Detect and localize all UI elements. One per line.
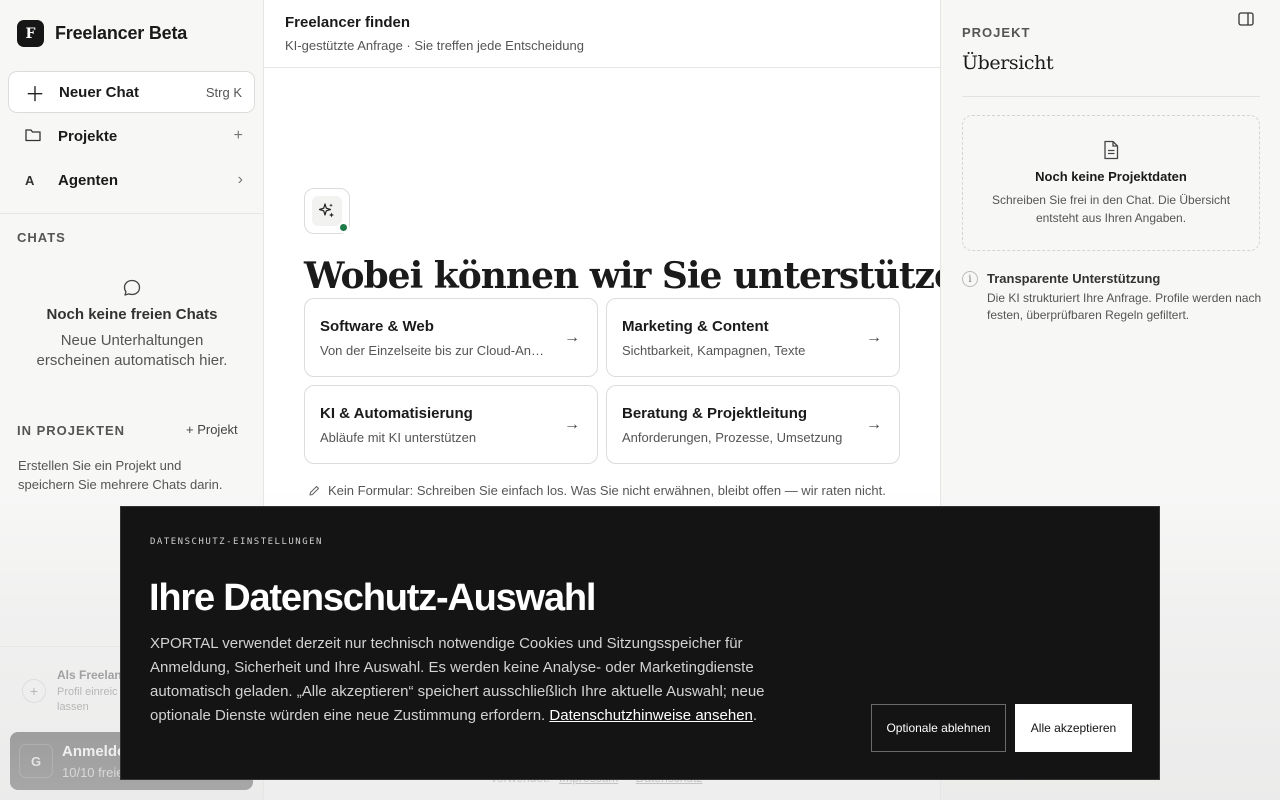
info-title: Transparente Unterstützung <box>987 271 1161 286</box>
document-icon <box>1104 140 1119 160</box>
card-desc: Abläufe mit KI unterstützen <box>320 430 477 445</box>
empty-title: Noch keine Projektdaten <box>1035 169 1187 184</box>
composer-hint-text: Kein Formular: Schreiben Sie einfach los… <box>328 483 886 498</box>
composer-hint: Kein Formular: Schreiben Sie einfach los… <box>308 481 888 506</box>
card-desc: Von der Einzelseite bis zur Cloud-Anwend… <box>320 343 552 358</box>
privacy-notice-link[interactable]: Datenschutzhinweise ansehen <box>549 707 752 724</box>
empty-chats-title: Noch keine freien Chats <box>46 306 218 323</box>
projects-hint: Erstellen Sie ein Projekt und speichern … <box>18 458 223 492</box>
info-icon: i <box>962 271 978 287</box>
card-title: Marketing & Content <box>622 318 769 335</box>
sidebar-item-label: Agenten <box>58 171 118 189</box>
panel-toggle-icon[interactable] <box>1238 12 1254 31</box>
sidebar-divider <box>0 213 264 214</box>
sparkle-icon <box>318 203 334 218</box>
page-title: Freelancer finden <box>285 14 411 31</box>
chevron-right-icon: › <box>237 171 243 188</box>
projects-section-title: IN PROJEKTEN <box>17 423 126 438</box>
plus-icon: ＋ <box>25 83 45 106</box>
main-header: Freelancer finden KI-gestützte Anfrage ·… <box>264 0 940 68</box>
category-card-beratung[interactable]: Beratung & Projektleitung Anforderungen,… <box>606 385 900 464</box>
arrow-right-icon: → <box>564 416 580 433</box>
add-project-icon[interactable]: + <box>234 127 243 145</box>
page-subtitle: KI-gestützte Anfrage · Sie treffen jede … <box>285 38 584 53</box>
panel-title: Übersicht <box>962 52 1054 74</box>
cookie-banner: DATENSCHUTZ-EINSTELLUNGEN Ihre Datenschu… <box>120 506 1160 780</box>
main-headline: Wobei können wir Sie unterstützen? <box>304 255 1002 297</box>
avatar: G <box>19 744 53 778</box>
folder-icon <box>25 128 43 145</box>
category-card-marketing[interactable]: Marketing & Content Sichtbarkeit, Kampag… <box>606 298 900 377</box>
online-status-dot <box>338 222 349 233</box>
cookie-title: Ihre Datenschutz-Auswahl <box>149 577 596 619</box>
freelancer-title: Als Freelan <box>57 668 122 682</box>
new-chat-button[interactable]: ＋ Neuer Chat Strg K <box>8 71 255 113</box>
empty-text: Schreiben Sie frei in den Chat. Die Über… <box>991 193 1231 225</box>
new-chat-shortcut: Strg K <box>205 84 242 100</box>
accept-all-button[interactable]: Alle akzeptieren <box>1015 704 1132 752</box>
login-title: Anmelde <box>62 743 126 760</box>
assistant-avatar <box>304 188 350 234</box>
pencil-icon <box>309 485 320 496</box>
add-project-button[interactable]: + Projekt <box>186 422 238 437</box>
cookie-body: XPORTAL verwendet derzeit nur technisch … <box>150 635 765 724</box>
empty-chats-text: Neue Unterhaltungen erscheinen automatis… <box>36 332 228 369</box>
arrow-right-icon: → <box>866 416 882 433</box>
empty-chats: Noch keine freien Chats Neue Unterhaltun… <box>0 278 264 371</box>
card-title: KI & Automatisierung <box>320 405 473 422</box>
arrow-right-icon: → <box>564 329 580 346</box>
category-card-ki[interactable]: KI & Automatisierung Abläufe mit KI unte… <box>304 385 598 464</box>
sidebar-item-label: Projekte <box>58 127 118 145</box>
sidebar-item-agenten[interactable]: A Agenten › <box>8 160 255 200</box>
category-card-software[interactable]: Software & Web Von der Einzelseite bis z… <box>304 298 598 377</box>
chat-bubble-icon <box>123 279 141 296</box>
cookie-eyebrow: DATENSCHUTZ-EINSTELLUNGEN <box>150 537 323 547</box>
brand-name: Freelancer Beta <box>55 23 188 43</box>
login-subtitle: 10/10 freie <box>62 765 124 780</box>
card-title: Beratung & Projektleitung <box>622 405 808 422</box>
agent-icon: A <box>25 172 35 188</box>
plus-icon: + <box>22 679 46 703</box>
brand-logo: F <box>17 20 44 47</box>
card-desc: Anforderungen, Prozesse, Umsetzung <box>622 430 843 445</box>
brand[interactable]: F Freelancer Beta <box>17 20 187 47</box>
panel-divider <box>962 96 1260 97</box>
sidebar-item-projekte[interactable]: Projekte + <box>8 116 255 156</box>
chats-section-title: CHATS <box>17 230 66 245</box>
new-chat-label: Neuer Chat <box>59 83 140 101</box>
arrow-right-icon: → <box>866 329 882 346</box>
project-empty-state: Noch keine Projektdaten Schreiben Sie fr… <box>962 115 1260 251</box>
info-text: Die KI strukturiert Ihre Anfrage. Profil… <box>987 291 1262 322</box>
card-title: Software & Web <box>320 318 434 335</box>
card-desc: Sichtbarkeit, Kampagnen, Texte <box>622 343 806 358</box>
decline-optional-button[interactable]: Optionale ablehnen <box>871 704 1006 752</box>
panel-eyebrow: PROJEKT <box>962 25 1031 40</box>
